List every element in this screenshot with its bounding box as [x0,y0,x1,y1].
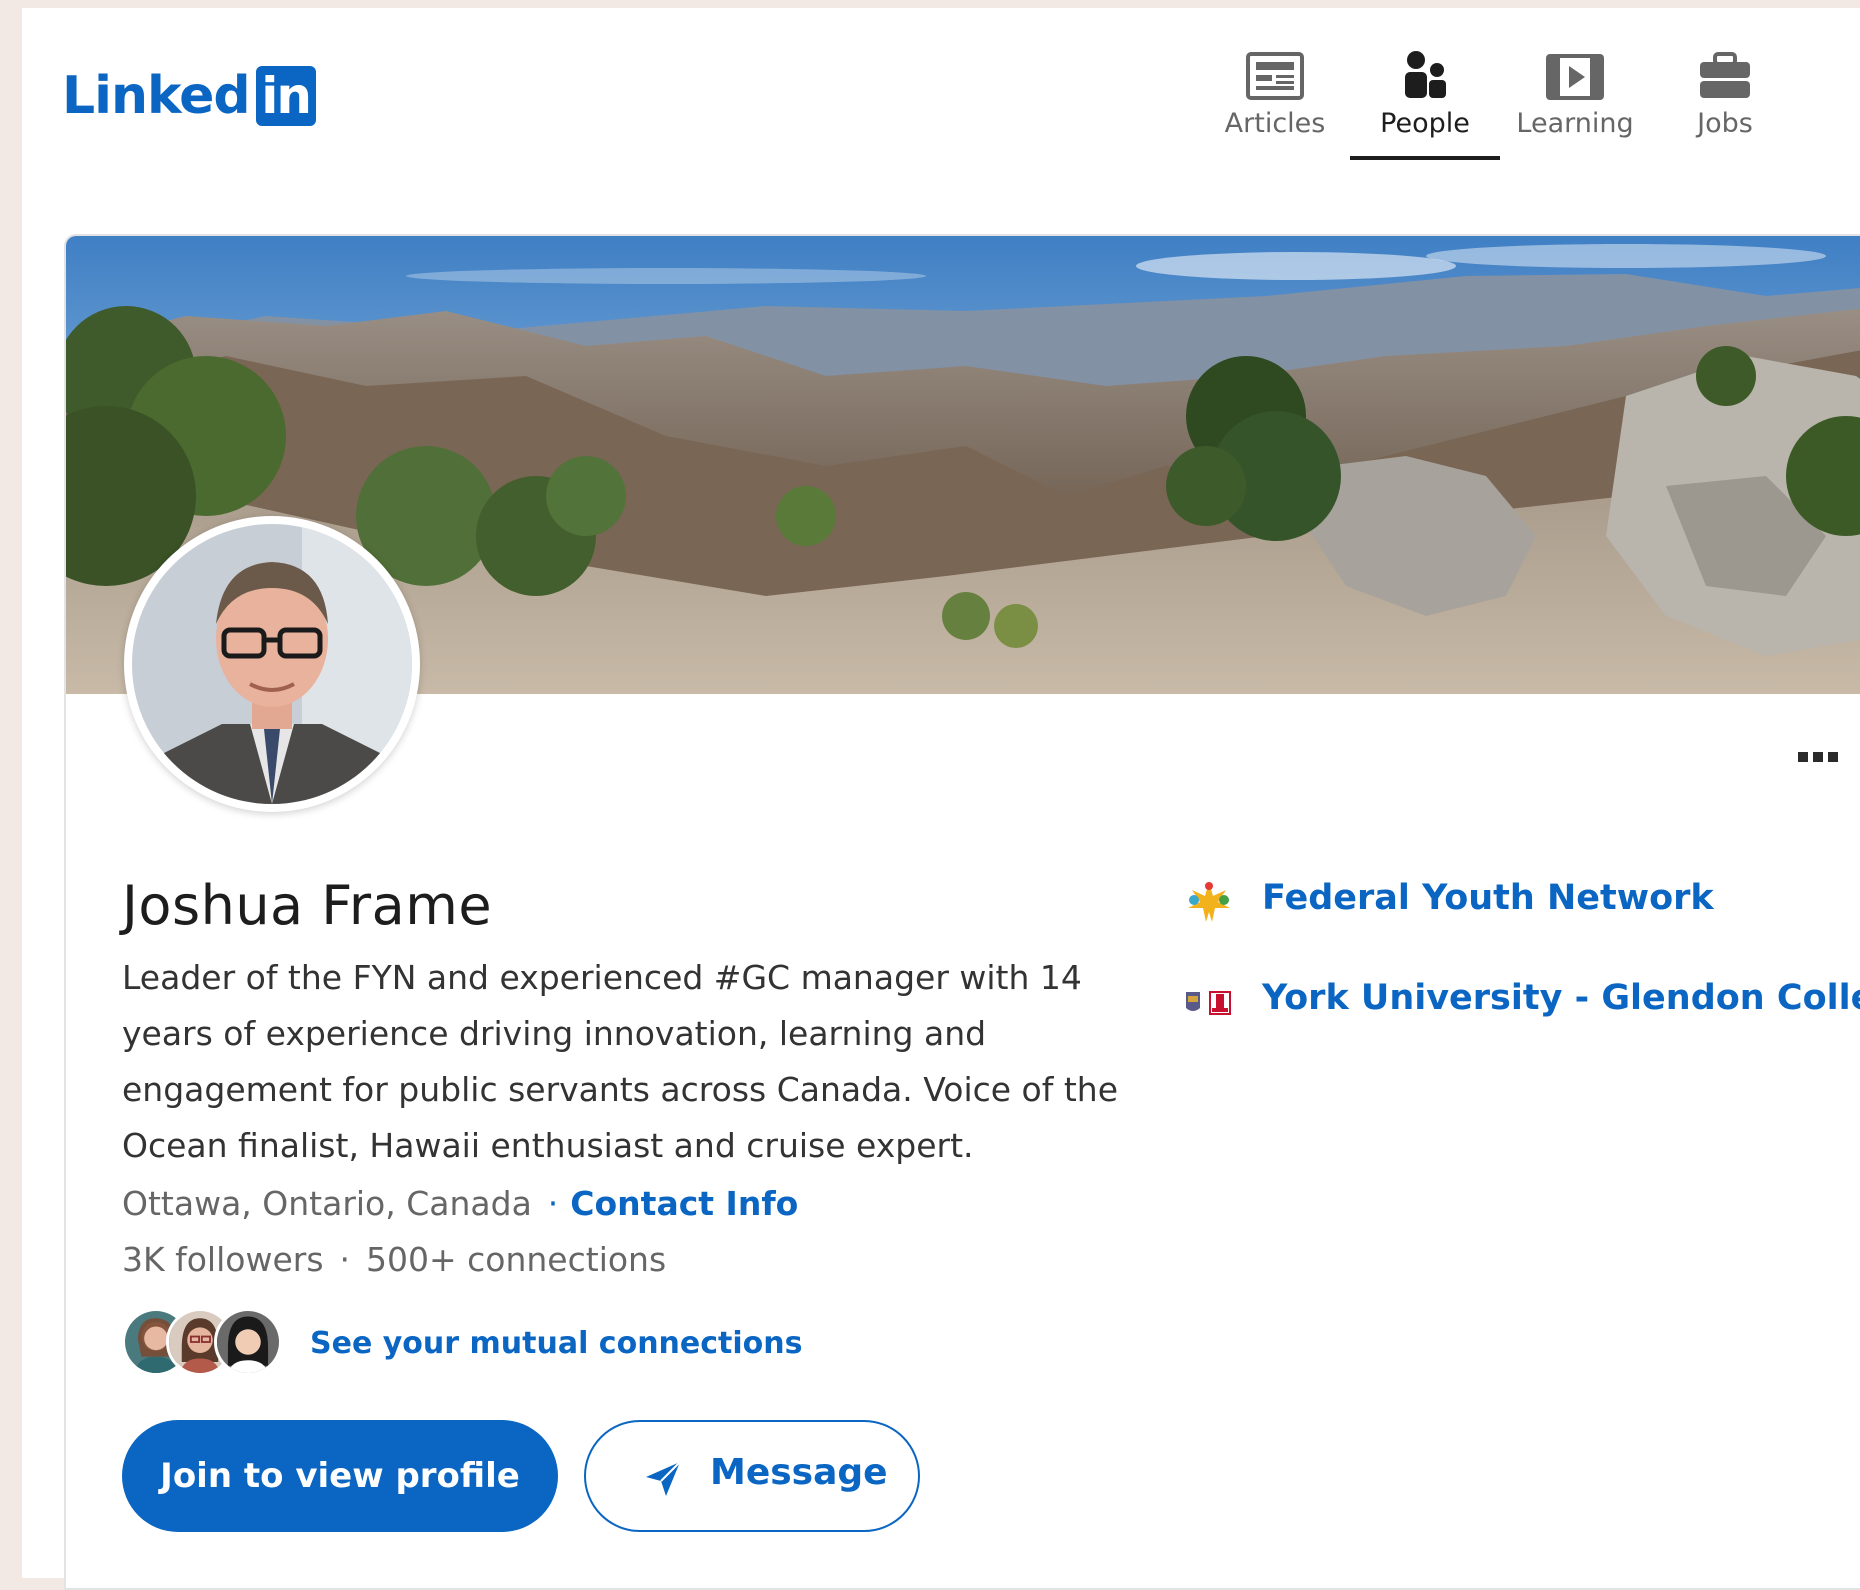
org-label: York University - Glendon College [1262,978,1860,1018]
followers-count: 3K followers [122,1240,324,1279]
connections-count: 500+ connections [366,1240,667,1279]
learning-icon [1546,54,1604,100]
stats-separator: · [339,1240,351,1279]
nav-label-people: People [1380,108,1470,139]
profile-headline: Leader of the FYN and experienced #GC ma… [122,958,1119,1165]
location-line: Ottawa, Ontario, Canada · Contact Info [122,1176,798,1232]
nav-label-articles: Articles [1224,108,1326,139]
people-icon [1405,51,1446,98]
send-icon [646,1461,681,1496]
mutual-avatar [214,1308,282,1376]
profile-card: Joshua Frame Leader of the FYN and exper… [64,234,1860,1590]
see-mutual-connections-link[interactable]: See your mutual connections [310,1326,802,1361]
message-button-label: Message [710,1452,888,1493]
nav-item-articles[interactable]: Articles [1200,44,1350,160]
message-button[interactable]: Message [584,1420,920,1532]
active-tab-indicator [1350,156,1500,160]
more-options-icon [1798,752,1838,762]
stats-line: 3K followers · 500+ connections [122,1232,666,1288]
contact-info-link[interactable]: Contact Info [570,1184,798,1223]
mutual-connections: See your mutual connections [122,1306,802,1380]
york-university-logo [1186,991,1231,1015]
location-separator: · [547,1184,559,1223]
nav-label-jobs: Jobs [1697,108,1753,139]
briefcase-icon [1700,52,1750,98]
profile-photo [132,524,412,804]
mutual-avatars [122,1306,288,1380]
profile-location: Ottawa, Ontario, Canada [122,1184,532,1223]
page: Linked in Articles People Learning Jobs … [22,8,1860,1590]
more-options-button[interactable] [1782,736,1852,776]
org-label: Federal Youth Network [1262,878,1714,918]
logo-in-box: in [255,66,316,126]
nav-item-people[interactable]: People [1350,44,1500,160]
federal-youth-network-logo [1188,882,1230,922]
nav-item-jobs[interactable]: Jobs [1650,44,1800,160]
linkedin-logo[interactable]: Linked in [62,64,316,128]
profile-name: Joshua Frame [122,874,493,937]
join-to-view-profile-button[interactable]: Join to view profile [122,1420,558,1532]
articles-icon [1246,52,1304,100]
profile-avatar [124,516,420,812]
logo-wordmark: Linked [62,66,251,126]
nav-label-learning: Learning [1516,108,1634,139]
nav-item-learning[interactable]: Learning [1500,44,1650,160]
